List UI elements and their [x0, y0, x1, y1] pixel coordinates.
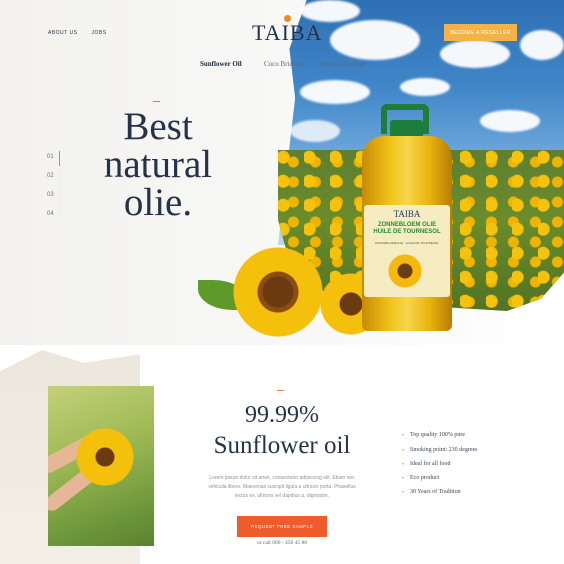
cloud: [300, 0, 360, 22]
pager-item[interactable]: 01: [47, 151, 54, 170]
cloud: [480, 110, 540, 132]
logo[interactable]: TAIBA: [252, 15, 321, 46]
nav-about-us[interactable]: ABOUT US: [48, 30, 77, 36]
bullet-icon: •: [402, 490, 405, 496]
product-title: Sunflower oil: [213, 432, 351, 459]
feature-text: 30 Years of Tradition: [410, 489, 461, 495]
phone-number[interactable]: or call 000 - 456 45 88: [200, 540, 364, 546]
feature-item: • 30 Years of Tradition: [402, 489, 461, 496]
label-subtitle: ZONNEBLOEMOLIE · HUILE DE TOURNESOL: [375, 241, 439, 245]
tab-chocolates-date[interactable]: Chocolates Date: [320, 60, 366, 68]
feature-item: • Top quality 100% pure: [402, 432, 466, 439]
sunflower-image: [225, 244, 331, 340]
label-sunflower-icon: [382, 252, 428, 290]
pager-item[interactable]: 02: [47, 170, 54, 189]
pager-item[interactable]: 04: [47, 208, 54, 227]
accent-line: [153, 101, 160, 102]
hero-title: Best natural olie.: [98, 105, 218, 224]
bullet-icon: •: [402, 448, 405, 454]
purity-percentage: 99.99%: [245, 402, 319, 428]
hero-title-line: olie.: [123, 181, 193, 224]
bullet-icon: •: [402, 476, 405, 482]
tab-sunflower-oil[interactable]: Sunflower Oil: [200, 60, 242, 68]
bullet-icon: •: [402, 433, 405, 439]
logo-text: TAIBA: [252, 20, 323, 45]
nav-jobs[interactable]: JOBS: [91, 30, 106, 36]
pager-active-indicator: [59, 151, 60, 166]
hero-title-line: natural: [103, 143, 213, 186]
sunflower-image: [74, 426, 136, 488]
pager-item[interactable]: 03: [47, 189, 54, 208]
cloud: [400, 78, 450, 96]
hand-sunflower-photo: [48, 386, 154, 546]
feature-text: Ideal for all food: [410, 461, 451, 467]
cloud: [440, 40, 510, 68]
cloud: [520, 30, 564, 60]
feature-item: • Eco product: [402, 475, 440, 482]
accent-line: [277, 390, 284, 391]
feature-item: • Smoking point: 230 degrees: [402, 447, 478, 454]
bullet-icon: •: [402, 462, 405, 468]
hero-title-line: Best: [123, 105, 193, 148]
become-reseller-button[interactable]: BECOME A RESELLER: [444, 24, 517, 41]
logo-drop-icon: [284, 15, 291, 22]
cloud: [300, 80, 370, 104]
product-description: Lorem ipsum dolor sit amet, consectetur …: [208, 475, 356, 499]
tab-coco-brickets[interactable]: Coco Brickets: [264, 60, 304, 68]
request-free-sample-button[interactable]: REQUEST FREE SAMPLE: [237, 516, 327, 537]
feature-text: Top quality 100% pure: [410, 432, 466, 438]
label-brand: TAIBA: [393, 209, 421, 219]
cloud: [330, 20, 420, 60]
feature-item: • Ideal for all food: [402, 461, 451, 468]
slide-pager: 01 02 03 04: [47, 151, 60, 227]
label-name-line: ZONNEBLOEM OLIE: [377, 222, 437, 228]
cloud: [290, 120, 340, 142]
feature-text: Smoking point: 230 degrees: [410, 447, 478, 453]
feature-text: Eco product: [410, 475, 440, 481]
label-name-line: HUILE DE TOURNESOL: [373, 229, 441, 235]
label-product-name: ZONNEBLOEM OLIE HUILE DE TOURNESOL: [364, 222, 450, 236]
top-nav: ABOUT US JOBS: [48, 30, 107, 36]
